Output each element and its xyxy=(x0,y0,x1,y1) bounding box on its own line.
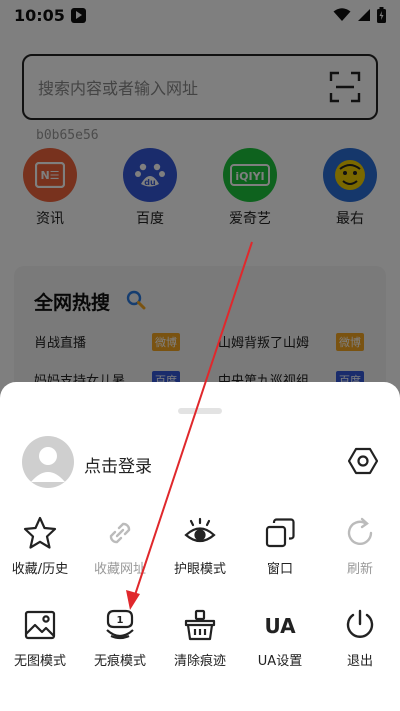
power-icon xyxy=(346,609,374,638)
menu-eye-protection[interactable]: 护眼模式 xyxy=(160,516,240,590)
menu-bookmarks-history[interactable]: 收藏/历史 xyxy=(0,516,80,590)
menu-ua-settings[interactable]: UA UA设置 xyxy=(240,608,320,682)
windows-icon xyxy=(265,518,295,548)
menu-label: 窗口 xyxy=(266,562,293,577)
clear-basket-icon xyxy=(184,609,216,641)
eye-icon xyxy=(184,517,216,543)
menu-label: 刷新 xyxy=(346,562,373,577)
menu-no-image-mode[interactable]: 无图模式 xyxy=(0,608,80,682)
svg-text:UA: UA xyxy=(264,614,296,638)
menu-label: 无图模式 xyxy=(13,654,66,669)
menu-save-url[interactable]: 收藏网址 xyxy=(80,516,160,590)
menu-label: 收藏网址 xyxy=(93,562,146,577)
menu-clear-traces[interactable]: 清除痕迹 xyxy=(160,608,240,682)
incognito-icon: 1 xyxy=(106,609,134,640)
avatar[interactable] xyxy=(22,436,74,488)
link-icon xyxy=(109,522,131,544)
menu-label: 收藏/历史 xyxy=(11,562,69,577)
svg-text:1: 1 xyxy=(117,615,124,626)
menu-label: 清除痕迹 xyxy=(173,654,226,669)
star-icon xyxy=(23,516,57,549)
settings-hexagon-icon xyxy=(348,447,378,475)
menu-label: UA设置 xyxy=(257,654,303,669)
menu-exit[interactable]: 退出 xyxy=(320,608,400,682)
menu-label: 退出 xyxy=(346,654,373,669)
ua-icon: UA xyxy=(264,614,296,638)
menu-windows[interactable]: 窗口 xyxy=(240,516,320,590)
bottom-menu-sheet: 点击登录 收藏/历史 收藏网址 护眼模式 窗口 刷新 无图模式 1 无痕模式 清… xyxy=(0,382,400,711)
menu-refresh[interactable]: 刷新 xyxy=(320,516,400,590)
menu-label: 无痕模式 xyxy=(93,654,146,669)
drag-handle[interactable] xyxy=(178,408,222,414)
refresh-icon xyxy=(347,517,373,545)
image-icon xyxy=(24,610,56,640)
menu-label: 护眼模式 xyxy=(173,562,226,577)
menu-incognito-mode[interactable]: 1 无痕模式 xyxy=(80,608,160,682)
login-prompt[interactable]: 点击登录 xyxy=(84,452,152,477)
settings-button[interactable] xyxy=(344,442,382,480)
